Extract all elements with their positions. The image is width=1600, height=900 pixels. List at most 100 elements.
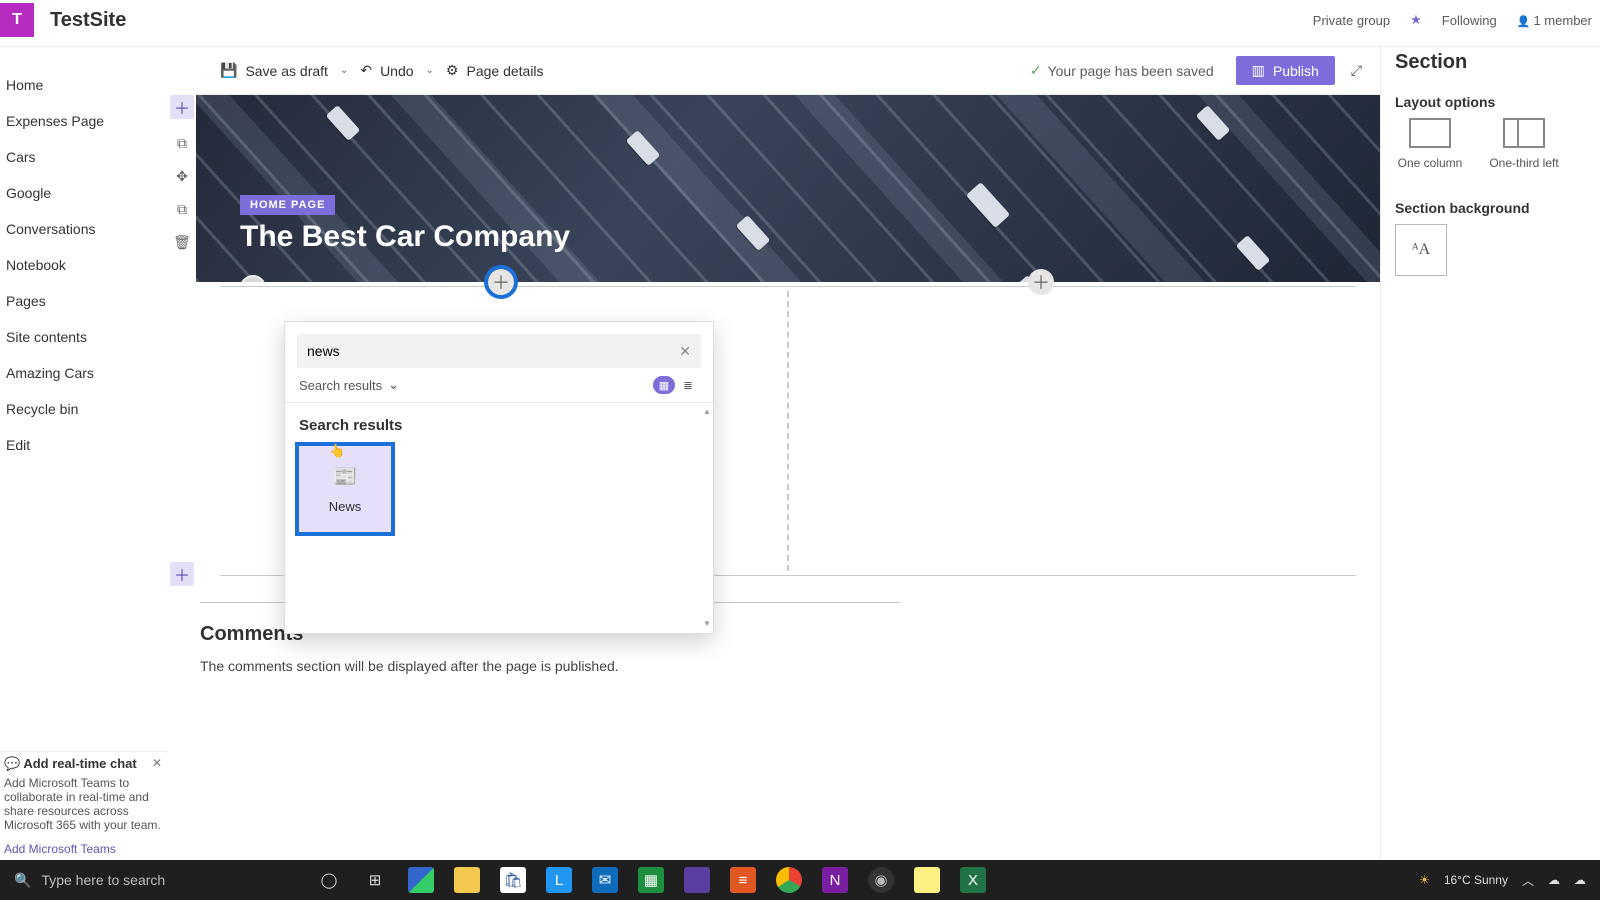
nav-home[interactable]: Home: [0, 67, 168, 103]
layout-options-label: Layout options: [1395, 94, 1600, 110]
filter-chevron-icon[interactable]: ⌄: [388, 377, 399, 393]
edge-icon[interactable]: [408, 867, 434, 893]
app-icon-3[interactable]: [684, 867, 710, 893]
publish-button[interactable]: ▥ Publish: [1236, 56, 1335, 85]
nav-amazing-cars[interactable]: Amazing Cars: [0, 355, 168, 391]
nav-site-contents[interactable]: Site contents: [0, 319, 168, 355]
page-author[interactable]: Henry Legge: [240, 275, 361, 282]
section-layout-icon[interactable]: ⧉: [177, 135, 187, 152]
page-details-label: Page details: [466, 63, 543, 79]
undo-label: Undo: [380, 63, 413, 79]
nav-recycle-bin[interactable]: Recycle bin: [0, 391, 168, 427]
save-draft-button[interactable]: 💾 Save as draft: [214, 58, 334, 83]
nav-edit[interactable]: Edit: [0, 427, 168, 463]
following-star-icon[interactable]: ★: [1410, 12, 1422, 28]
add-section-below-button[interactable]: ＋: [170, 562, 194, 586]
webpart-search-input[interactable]: [307, 343, 679, 359]
add-section-button[interactable]: ＋: [170, 95, 194, 119]
section-column-1[interactable]: ✕ Search results ⌄ ▦ ≣: [196, 291, 787, 571]
nav-pages[interactable]: Pages: [0, 283, 168, 319]
onedrive-tray-icon[interactable]: ☁: [1548, 873, 1560, 887]
windows-taskbar: 🔍 Type here to search ◯ ⊞ 🛍 L ✉ ▦ ≡ N ◉ …: [0, 860, 1600, 900]
undo-icon: ↶: [360, 62, 372, 79]
weather-icon: ☀: [1419, 873, 1430, 887]
add-teams-link[interactable]: Add Microsoft Teams: [4, 842, 164, 856]
section-top-divider: [220, 286, 1356, 287]
save-menu-chevron-icon[interactable]: ⌄: [340, 65, 348, 76]
taskbar-search-placeholder: Type here to search: [41, 872, 165, 888]
excel-icon[interactable]: X: [960, 867, 986, 893]
picker-scrollbar[interactable]: ▲ ▼: [703, 407, 711, 629]
list-view-toggle[interactable]: ≣: [677, 376, 699, 394]
nav-expenses[interactable]: Expenses Page: [0, 103, 168, 139]
page-details-button[interactable]: ⚙ Page details: [440, 58, 550, 83]
clear-search-icon[interactable]: ✕: [679, 343, 691, 360]
nav-cars[interactable]: Cars: [0, 139, 168, 175]
section-move-icon[interactable]: ✥: [176, 168, 188, 185]
layout-one-third-left[interactable]: One-third left: [1489, 118, 1559, 170]
close-promo-icon[interactable]: ✕: [152, 756, 162, 770]
onedrive-tray-icon-2[interactable]: ☁: [1574, 873, 1586, 887]
following-label[interactable]: Following: [1442, 13, 1497, 28]
nav-notebook[interactable]: Notebook: [0, 247, 168, 283]
cursor-icon: 👆: [329, 443, 345, 459]
one-column-label: One column: [1398, 156, 1463, 170]
site-navigation: Home Expenses Page Cars Google Conversat…: [0, 47, 168, 860]
author-avatar: [240, 275, 266, 282]
section-column-2[interactable]: [789, 291, 1380, 571]
grid-view-toggle[interactable]: ▦: [653, 376, 675, 394]
site-logo[interactable]: T: [0, 3, 34, 37]
chat-icon: 💬: [4, 756, 20, 771]
one-third-left-icon: [1503, 118, 1545, 148]
gear-icon: ⚙: [446, 62, 459, 79]
section-copy-icon[interactable]: ⧉: [177, 201, 187, 218]
undo-menu-chevron-icon[interactable]: ⌄: [426, 65, 434, 76]
page-title[interactable]: The Best Car Company: [240, 220, 570, 254]
scroll-down-icon[interactable]: ▼: [703, 619, 711, 629]
weather-text[interactable]: 16°C Sunny: [1444, 873, 1508, 887]
app-icon-1[interactable]: L: [546, 867, 572, 893]
undo-button[interactable]: ↶ Undo: [354, 58, 419, 83]
sticky-notes-icon[interactable]: [914, 867, 940, 893]
section-bg-label: Section background: [1395, 200, 1600, 216]
app-icon-2[interactable]: ▦: [638, 867, 664, 893]
text-style-icon: ᴬA: [1412, 241, 1430, 259]
section-bg-none[interactable]: ᴬA: [1395, 224, 1447, 276]
one-column-icon: [1409, 118, 1451, 148]
teams-chat-promo: ✕ 💬 Add real-time chat Add Microsoft Tea…: [0, 751, 168, 860]
site-privacy[interactable]: Private group: [1313, 13, 1390, 28]
results-header: Search results: [299, 417, 699, 434]
results-filter-label[interactable]: Search results: [299, 378, 382, 393]
webpart-news-label: News: [329, 499, 362, 514]
search-icon: 🔍: [14, 872, 31, 889]
news-icon: 📰: [333, 464, 358, 489]
section-properties-panel: Section Layout options One column One-th…: [1380, 47, 1600, 860]
onenote-icon[interactable]: N: [822, 867, 848, 893]
file-explorer-icon[interactable]: [454, 867, 480, 893]
nav-conversations[interactable]: Conversations: [0, 211, 168, 247]
task-view-icon[interactable]: ⊞: [362, 867, 388, 893]
members-count[interactable]: 1 member: [1517, 13, 1592, 28]
app-icon-4[interactable]: ≡: [730, 867, 756, 893]
store-icon[interactable]: 🛍: [500, 867, 526, 893]
tray-chevron-icon[interactable]: ︿: [1522, 872, 1534, 889]
section-delete-icon[interactable]: 🗑: [173, 234, 191, 251]
cortana-icon[interactable]: ◯: [316, 867, 342, 893]
webpart-news[interactable]: 📰 News 👆: [299, 446, 391, 532]
check-icon: ✓: [1030, 62, 1042, 79]
chat-promo-body: Add Microsoft Teams to collaborate in re…: [4, 776, 164, 832]
page-header[interactable]: HOME PAGE The Best Car Company Henry Leg…: [196, 95, 1380, 282]
taskbar-search[interactable]: 🔍 Type here to search: [0, 872, 310, 889]
page-topic-badge[interactable]: HOME PAGE: [240, 195, 335, 215]
site-name[interactable]: TestSite: [50, 9, 126, 32]
nav-google[interactable]: Google: [0, 175, 168, 211]
save-draft-label: Save as draft: [245, 63, 328, 79]
obs-icon[interactable]: ◉: [868, 867, 894, 893]
expand-canvas-icon[interactable]: ⤢: [1351, 62, 1362, 79]
scroll-up-icon[interactable]: ▲: [703, 407, 711, 417]
comments-note: The comments section will be displayed a…: [200, 658, 1356, 674]
layout-one-column[interactable]: One column: [1395, 118, 1465, 170]
mail-icon[interactable]: ✉: [592, 867, 618, 893]
publish-icon: ▥: [1252, 62, 1265, 79]
chrome-icon[interactable]: [776, 867, 802, 893]
